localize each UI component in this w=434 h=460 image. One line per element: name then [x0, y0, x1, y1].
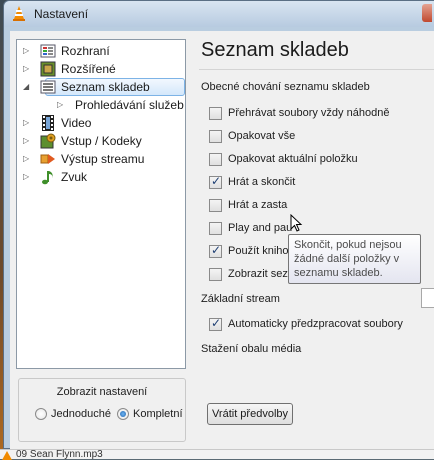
window-title: Nastavení — [34, 7, 89, 21]
film-icon — [42, 115, 54, 131]
collapse-arrow-icon[interactable]: ◢ — [23, 82, 29, 92]
tree-item-seznam-skladeb[interactable]: ◢ Seznam skladeb — [17, 78, 185, 96]
mouse-pointer-icon — [290, 214, 303, 232]
checkbox-box[interactable] — [209, 107, 222, 120]
checkbox-label: Automaticky předzpracovat soubory — [228, 318, 403, 330]
checkbox-label: Hrát a zasta — [228, 199, 288, 211]
tree-item-label: Rozhraní — [61, 44, 110, 58]
section-label: Obecné chování seznamu skladeb — [201, 81, 370, 93]
tree-item-video[interactable]: ▷ Video — [17, 114, 185, 132]
tree-item-label: Seznam skladeb — [61, 80, 150, 94]
checkbox-box[interactable] — [209, 316, 222, 331]
checkbox-label: Přehrávat soubory vždy náhodně — [228, 107, 390, 119]
checkbox-label: Opakovat vše — [228, 130, 296, 142]
radio-label: Jednoduché — [51, 408, 111, 420]
expand-arrow-icon[interactable]: ▷ — [23, 118, 29, 128]
playlist-icon — [40, 80, 56, 94]
expand-arrow-icon[interactable]: ▷ — [23, 64, 29, 74]
expand-arrow-icon[interactable]: ▷ — [23, 154, 29, 164]
checkbox-box[interactable] — [209, 174, 222, 189]
checkbox-label: Hrát a skončit — [228, 176, 296, 188]
checkbox-box[interactable] — [209, 268, 222, 281]
checkbox-random[interactable]: Přehrávat soubory vždy náhodně — [209, 106, 434, 122]
tree-item-prohledavani-sluzeb[interactable]: ▷ Prohledávání služeb — [17, 96, 185, 114]
checkbox-play-and-exit[interactable]: Hrát a skončit — [209, 174, 434, 191]
background-file-label: 09 Sean Flynn.mp3 — [16, 449, 103, 460]
settings-window: Nastavení ▷ Rozhraní ▷ Rozšířené ◢ Sezna… — [3, 0, 434, 450]
category-tree[interactable]: ▷ Rozhraní ▷ Rozšířené ◢ Seznam skladeb … — [16, 39, 186, 369]
close-icon[interactable] — [422, 4, 432, 22]
checkbox-label: Play and pau — [228, 222, 293, 234]
codec-icon — [40, 133, 56, 149]
checkbox-repeat-all[interactable]: Opakovat vše — [209, 129, 434, 145]
radio-button[interactable] — [117, 408, 129, 420]
vlc-cone-icon — [13, 6, 25, 21]
title-bar[interactable]: Nastavení — [4, 1, 434, 27]
stream-output-icon — [40, 154, 55, 164]
chip-icon — [40, 61, 56, 77]
checkbox-preparse[interactable]: Automaticky předzpracovat soubory — [209, 316, 434, 333]
tree-item-rozhrani[interactable]: ▷ Rozhraní — [17, 42, 185, 60]
panel-title: Seznam skladeb — [201, 39, 349, 61]
expand-arrow-icon[interactable]: ▷ — [57, 100, 63, 110]
divider — [199, 69, 434, 70]
tree-item-label: Video — [61, 116, 92, 130]
checkbox-box[interactable] — [209, 222, 222, 235]
expand-arrow-icon[interactable]: ▷ — [23, 172, 29, 182]
tree-item-label: Výstup streamu — [61, 152, 145, 166]
checkbox-label: Opakovat aktuální položku — [228, 153, 358, 165]
dialog-body: ▷ Rozhraní ▷ Rozšířené ◢ Seznam skladeb … — [10, 31, 434, 450]
checkbox-box[interactable] — [209, 243, 222, 258]
checkbox-repeat-current[interactable]: Opakovat aktuální položku — [209, 152, 434, 168]
tree-item-rozsirene[interactable]: ▷ Rozšířené — [17, 60, 185, 78]
radio-label: Kompletní — [133, 408, 183, 420]
default-stream-label: Základní stream — [201, 293, 280, 305]
default-stream-input[interactable] — [421, 288, 434, 308]
tooltip: Skončit, pokud nejsou žádné další položk… — [288, 234, 421, 284]
radio-button[interactable] — [35, 408, 47, 420]
music-note-icon — [42, 171, 53, 185]
expand-arrow-icon[interactable]: ▷ — [23, 46, 29, 56]
tree-item-label: Rozšířené — [61, 62, 116, 76]
tree-item-zvuk[interactable]: ▷ Zvuk — [17, 168, 185, 186]
checkbox-box[interactable] — [209, 199, 222, 212]
checkbox-box[interactable] — [209, 153, 222, 166]
background-file-row: 09 Sean Flynn.mp3 — [0, 449, 434, 460]
show-settings-title: Zobrazit nastavení — [56, 386, 148, 398]
tree-item-label: Prohledávání služeb — [75, 98, 184, 112]
show-settings-group: Zobrazit nastavení Jednoduché Kompletní — [18, 378, 186, 442]
tree-item-label: Zvuk — [61, 170, 88, 184]
tree-item-label: Vstup / Kodeky — [61, 134, 142, 148]
album-art-label: Stažení obalu média — [201, 343, 302, 355]
checkbox-box[interactable] — [209, 130, 222, 143]
interface-icon — [40, 44, 56, 58]
expand-arrow-icon[interactable]: ▷ — [23, 136, 29, 146]
checkbox-play-and-stop[interactable]: Hrát a zasta — [209, 198, 434, 214]
reset-preferences-button[interactable]: Vrátit předvolby — [207, 403, 293, 425]
tree-item-vstup-kodeky[interactable]: ▷ Vstup / Kodeky — [17, 132, 185, 150]
tree-item-vystup-streamu[interactable]: ▷ Výstup streamu — [17, 150, 185, 168]
